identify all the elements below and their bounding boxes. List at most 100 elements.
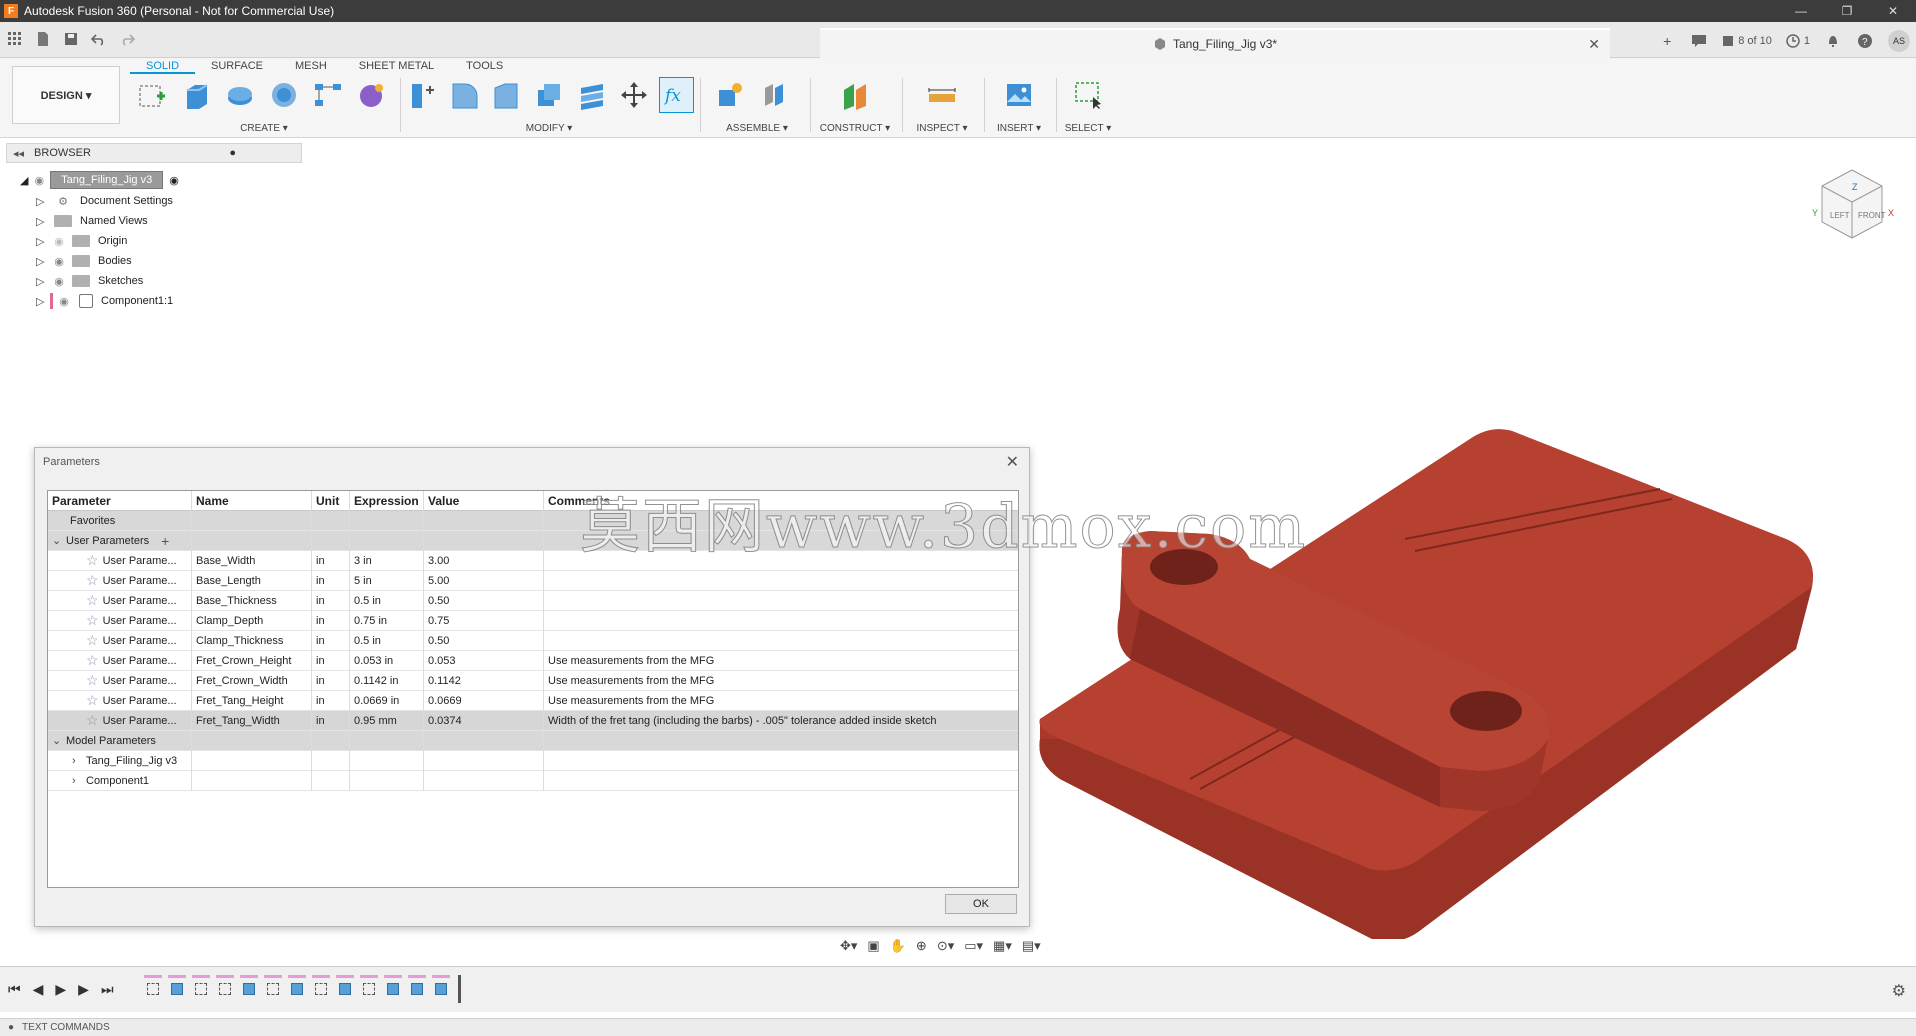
- comment-cell[interactable]: Use measurements from the MFG: [544, 691, 1018, 711]
- press-pull-icon[interactable]: [404, 77, 439, 113]
- comment-cell[interactable]: [544, 571, 1018, 591]
- root-component-name[interactable]: Tang_Filing_Jig v3: [50, 171, 164, 189]
- comment-cell[interactable]: Width of the fret tang (including the ba…: [544, 711, 1018, 731]
- timeline-hole-feature[interactable]: [288, 975, 306, 999]
- expression-cell[interactable]: 0.1142 in: [350, 670, 424, 691]
- comment-cell[interactable]: [544, 611, 1018, 631]
- favorite-star-icon[interactable]: ☆: [86, 692, 99, 709]
- browser-item-bodies[interactable]: ▷ ◉ Bodies: [36, 251, 132, 271]
- timeline-extrude-feature[interactable]: [168, 975, 186, 999]
- timeline-settings-gear-icon[interactable]: ⚙: [1892, 981, 1906, 1001]
- expression-cell[interactable]: 0.75 in: [350, 610, 424, 631]
- expression-cell[interactable]: 0.0669 in: [350, 690, 424, 711]
- user-parameter-row[interactable]: ☆ User Parame... Fret_Crown_Height in 0.053 …: [48, 650, 1018, 671]
- collapse-chevron-icon[interactable]: ⌄: [52, 734, 66, 747]
- timeline-next-icon[interactable]: ▶: [78, 981, 89, 998]
- user-parameter-row[interactable]: ☆ User Parame... Clamp_Thickness in 0.5 in 0.…: [48, 630, 1018, 651]
- name-cell[interactable]: Fret_Tang_Height: [192, 690, 312, 711]
- visibility-eye-icon[interactable]: ◉: [55, 295, 73, 308]
- name-cell[interactable]: Clamp_Depth: [192, 610, 312, 631]
- model-parameters-group-row[interactable]: ⌄ Model Parameters: [48, 730, 1018, 751]
- favorites-group-row[interactable]: Favorites: [48, 510, 1018, 531]
- browser-pin-icon[interactable]: ●: [229, 147, 236, 159]
- name-cell[interactable]: Base_Thickness: [192, 590, 312, 611]
- sweep-icon[interactable]: [266, 77, 302, 113]
- browser-item-origin[interactable]: ▷ ◉ Origin: [36, 231, 127, 251]
- favorite-star-icon[interactable]: ☆: [86, 672, 99, 689]
- timeline-fillet-feature[interactable]: [432, 975, 450, 999]
- favorite-star-icon[interactable]: ☆: [86, 632, 99, 649]
- column-header-name[interactable]: Name: [192, 491, 312, 511]
- column-header-comments[interactable]: Comments: [544, 491, 1018, 511]
- new-component-icon[interactable]: [712, 77, 748, 113]
- name-cell[interactable]: Clamp_Thickness: [192, 630, 312, 651]
- browser-item-sketches[interactable]: ▷ ◉ Sketches: [36, 271, 143, 291]
- expand-triangle-icon[interactable]: ▷: [36, 295, 50, 308]
- timeline-extrude-feature[interactable]: [384, 975, 402, 999]
- text-commands-toggle-icon[interactable]: ●: [8, 1022, 14, 1033]
- close-window-button[interactable]: ✕: [1870, 0, 1916, 22]
- offset-plane-icon[interactable]: [837, 77, 873, 113]
- document-tab[interactable]: Tang_Filing_Jig v3* ✕: [820, 28, 1610, 58]
- create-group-label[interactable]: CREATE ▾: [134, 123, 394, 134]
- text-commands-bar[interactable]: ● TEXT COMMANDS: [0, 1018, 1916, 1036]
- collapse-browser-icon[interactable]: ◂◂: [13, 147, 24, 160]
- favorite-star-icon[interactable]: ☆: [86, 652, 99, 669]
- tab-solid[interactable]: SOLID: [130, 58, 196, 74]
- job-status-counter[interactable]: 8 of 10: [1722, 35, 1772, 47]
- timeline-play-icon[interactable]: ▶: [55, 981, 66, 998]
- assemble-group-label[interactable]: ASSEMBLE ▾: [712, 123, 802, 134]
- timeline-extrude-feature[interactable]: [336, 975, 354, 999]
- construct-group-label[interactable]: CONSTRUCT ▾: [812, 123, 898, 134]
- ok-button[interactable]: OK: [945, 894, 1017, 914]
- column-header-expression[interactable]: Expression: [350, 491, 424, 511]
- expand-triangle-icon[interactable]: ▷: [36, 195, 50, 208]
- column-header-value[interactable]: Value: [424, 491, 544, 511]
- joint-icon[interactable]: [756, 77, 792, 113]
- close-document-tab-button[interactable]: ✕: [1588, 36, 1600, 53]
- parameters-table[interactable]: Parameter Name Unit Expression Value Com…: [47, 490, 1019, 888]
- chamfer-icon[interactable]: [489, 77, 524, 113]
- change-parameters-fx-icon[interactable]: fx: [659, 77, 695, 113]
- timeline-sketch-feature[interactable]: [312, 975, 330, 999]
- user-parameter-row[interactable]: ☆ User Parame... Base_Width in 3 in 3.00: [48, 550, 1018, 571]
- help-icon[interactable]: ?: [1856, 32, 1874, 50]
- name-cell[interactable]: Base_Width: [192, 550, 312, 571]
- root-collapse-icon[interactable]: ◢: [20, 174, 28, 187]
- undo-icon[interactable]: [90, 30, 108, 48]
- user-parameter-row[interactable]: ☆ User Parame... Fret_Tang_Width in 0.95 mm 0…: [48, 710, 1018, 731]
- move-copy-icon[interactable]: [617, 77, 652, 113]
- comment-cell[interactable]: Use measurements from the MFG: [544, 651, 1018, 671]
- file-menu-icon[interactable]: [34, 30, 52, 48]
- new-tab-button[interactable]: +: [1658, 32, 1676, 50]
- rectangular-pattern-icon[interactable]: [310, 77, 346, 113]
- browser-root-node[interactable]: ◢ ◉ Tang_Filing_Jig v3 ◉: [20, 171, 179, 189]
- timeline-marker[interactable]: [458, 975, 461, 1003]
- timeline-sketch-feature[interactable]: [264, 975, 282, 999]
- redo-icon[interactable]: [118, 30, 136, 48]
- comment-cell[interactable]: [544, 551, 1018, 571]
- inspect-group-label[interactable]: INSPECT ▾: [904, 123, 980, 134]
- grid-snaps-icon[interactable]: ▦▾: [993, 938, 1012, 954]
- timeline-fillet-feature[interactable]: [408, 975, 426, 999]
- timeline-extrude-feature[interactable]: [240, 975, 258, 999]
- favorite-star-icon[interactable]: ☆: [86, 592, 99, 609]
- shell-icon[interactable]: [532, 77, 567, 113]
- orbit-icon[interactable]: ✥▾: [840, 938, 857, 954]
- timeline-last-icon[interactable]: ⏭: [101, 981, 114, 998]
- expand-triangle-icon[interactable]: ▷: [36, 275, 50, 288]
- browser-item-named-views[interactable]: ▷ Named Views: [36, 211, 148, 231]
- timeline-first-icon[interactable]: ⏮: [8, 981, 21, 998]
- restore-button[interactable]: ❐: [1824, 0, 1870, 22]
- select-group-label[interactable]: SELECT ▾: [1058, 123, 1118, 134]
- visibility-eye-icon[interactable]: ◉: [50, 235, 68, 248]
- comment-cell[interactable]: Use measurements from the MFG: [544, 671, 1018, 691]
- user-parameter-row[interactable]: ☆ User Parame... Base_Thickness in 0.5 in 0.5…: [48, 590, 1018, 611]
- look-at-icon[interactable]: ▣: [867, 938, 879, 954]
- expand-chevron-icon[interactable]: ›: [72, 775, 86, 787]
- model-parameter-item-row[interactable]: › Component1: [48, 770, 1018, 791]
- combine-icon[interactable]: [574, 77, 609, 113]
- modify-group-label[interactable]: MODIFY ▾: [404, 123, 694, 134]
- expression-cell[interactable]: 0.5 in: [350, 630, 424, 651]
- timeline-sketch-feature[interactable]: [144, 975, 162, 999]
